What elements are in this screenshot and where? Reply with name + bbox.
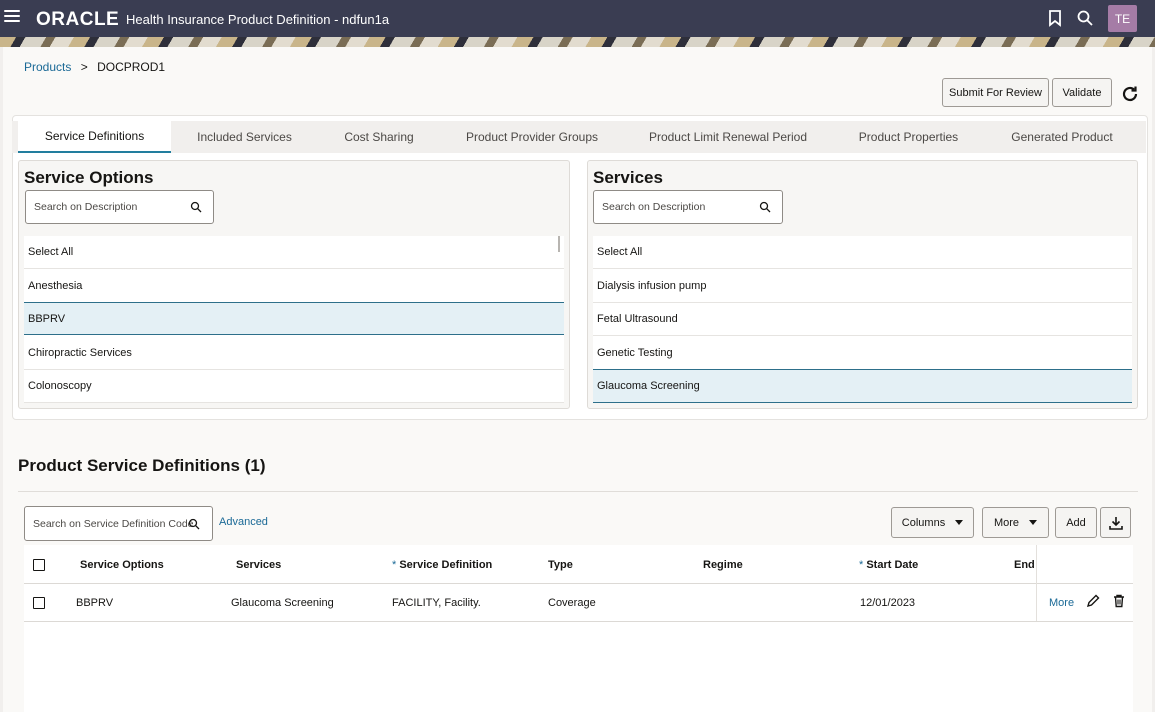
edit-pencil-icon[interactable] — [1086, 594, 1100, 608]
divider — [18, 491, 1138, 492]
search-placeholder: Search on Description — [34, 201, 138, 213]
menu-icon[interactable] — [4, 10, 20, 24]
list-item[interactable]: Anesthesia — [24, 270, 564, 303]
advanced-search-link[interactable]: Advanced — [219, 516, 268, 528]
service-definition-search-input[interactable]: Search on Service Definition Code — [24, 506, 213, 541]
table-header-row — [24, 545, 1133, 584]
search-icon[interactable] — [190, 201, 202, 213]
cell-service-definition: FACILITY, Facility. — [392, 597, 481, 609]
columns-button[interactable]: Columns — [891, 507, 974, 538]
download-icon — [1108, 516, 1123, 530]
cell-start-date: 12/01/2023 — [860, 597, 916, 609]
tab-cost-sharing[interactable]: Cost Sharing — [318, 121, 440, 153]
column-header-label: Start Date — [866, 559, 919, 571]
list-item-selected[interactable]: BBPRV — [24, 302, 564, 335]
search-icon[interactable] — [188, 518, 200, 530]
section-title: Product Service Definitions (1) — [18, 456, 266, 475]
avatar[interactable]: TE — [1108, 5, 1137, 32]
breadcrumb-products-link[interactable]: Products — [24, 60, 71, 74]
column-header-type[interactable]: Type — [548, 559, 573, 571]
breadcrumb-separator: > — [80, 60, 88, 74]
top-bar: ORACLE Health Insurance Product Definiti… — [0, 0, 1155, 37]
submit-for-review-button[interactable]: Submit For Review — [942, 78, 1049, 107]
column-header-end[interactable]: End — [1014, 559, 1035, 571]
list-item-selected[interactable]: Glaucoma Screening — [593, 370, 1132, 403]
decorative-banner — [0, 37, 1155, 47]
list-item[interactable]: Colonoscopy — [24, 370, 564, 403]
list-scrollbar[interactable] — [558, 236, 560, 252]
services-title: Services — [593, 168, 663, 187]
column-header-regime[interactable]: Regime — [703, 559, 743, 571]
row-checkbox[interactable] — [33, 597, 45, 609]
search-icon[interactable] — [759, 201, 771, 213]
service-options-title: Service Options — [24, 168, 154, 187]
more-button[interactable]: More — [982, 507, 1049, 538]
tab-generated-product[interactable]: Generated Product — [985, 121, 1139, 153]
bookmark-icon[interactable] — [1046, 9, 1064, 27]
tab-included-services[interactable]: Included Services — [171, 121, 318, 153]
search-placeholder: Search on Service Definition Code — [33, 517, 194, 530]
download-button[interactable] — [1100, 507, 1131, 538]
service-options-list: Select All Anesthesia BBPRV Chiropractic… — [24, 236, 564, 403]
cell-type: Coverage — [548, 597, 596, 609]
column-header-label: Service Definition — [399, 559, 493, 571]
list-item[interactable]: Fetal Ultrasound — [593, 303, 1132, 336]
columns-button-label: Columns — [901, 516, 946, 529]
list-item[interactable]: Genetic Testing — [593, 337, 1132, 370]
list-item[interactable]: Dialysis infusion pump — [593, 270, 1132, 303]
services-search-input[interactable]: Search on Description — [593, 190, 783, 224]
chevron-down-icon — [1029, 520, 1038, 525]
tab-service-definitions[interactable]: Service Definitions — [18, 121, 171, 153]
column-header-service-definition[interactable]: * Service Definition — [392, 559, 492, 571]
oracle-logo: ORACLE — [36, 9, 120, 30]
tab-product-provider-groups[interactable]: Product Provider Groups — [440, 121, 624, 153]
delete-trash-icon[interactable] — [1112, 594, 1126, 608]
chevron-down-icon — [955, 520, 964, 525]
more-button-label: More — [993, 516, 1020, 529]
tab-product-properties[interactable]: Product Properties — [832, 121, 985, 153]
services-list: Select All Dialysis infusion pump Fetal … — [593, 236, 1132, 403]
required-marker: * — [392, 559, 397, 571]
frozen-column-divider — [1036, 545, 1037, 621]
app-title: Health Insurance Product Definition - nd… — [126, 12, 390, 27]
refresh-icon[interactable] — [1119, 83, 1141, 105]
tab-product-limit-renewal-period[interactable]: Product Limit Renewal Period — [624, 121, 832, 153]
required-marker: * — [859, 559, 864, 571]
list-item[interactable]: Chiropractic Services — [24, 337, 564, 370]
breadcrumb-current: DOCPROD1 — [97, 60, 166, 74]
row-more-link[interactable]: More — [1049, 597, 1074, 609]
search-placeholder: Search on Description — [602, 201, 706, 213]
column-header-start-date[interactable]: * Start Date — [859, 559, 918, 571]
breadcrumb: Products > DOCPROD1 — [24, 60, 165, 74]
add-button[interactable]: Add — [1055, 507, 1097, 538]
column-header-services[interactable]: Services — [236, 559, 281, 571]
cell-service: Glaucoma Screening — [231, 597, 334, 609]
list-item-select-all[interactable]: Select All — [24, 236, 564, 269]
column-header-service-options[interactable]: Service Options — [80, 559, 164, 571]
search-icon[interactable] — [1076, 9, 1094, 27]
validate-button[interactable]: Validate — [1052, 78, 1112, 107]
cell-service-option: BBPRV — [76, 597, 114, 609]
list-item-select-all[interactable]: Select All — [593, 236, 1132, 269]
select-all-checkbox[interactable] — [33, 559, 45, 571]
service-options-search-input[interactable]: Search on Description — [25, 190, 214, 224]
